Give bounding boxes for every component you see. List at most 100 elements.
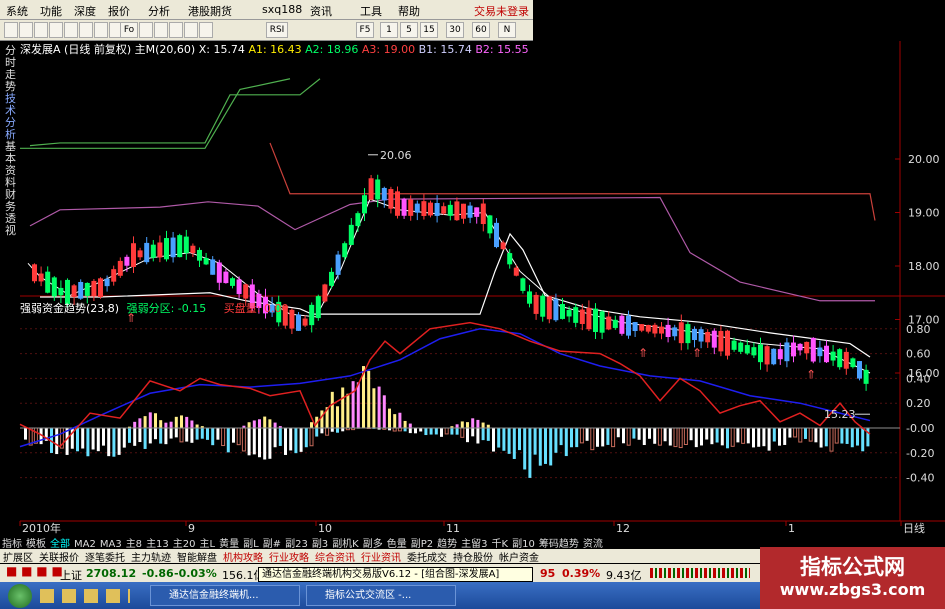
indicator-neg-bar [174, 428, 178, 438]
indicator-tab-9[interactable]: 黄量 [217, 535, 241, 550]
indicator-tab-16[interactable]: 色量 [385, 535, 409, 550]
extension-tab-5[interactable]: 机构攻略 [220, 549, 266, 564]
value-a1: A1: 16.43 [248, 43, 302, 56]
toolbar-button-60[interactable]: 60 [472, 22, 490, 38]
candle-body [487, 215, 493, 234]
candle-body [494, 222, 499, 248]
menu-item-6[interactable]: sxq188 [262, 3, 302, 16]
indicator-neg-bar [336, 428, 339, 433]
menu-item-4[interactable]: 分析 [148, 3, 170, 19]
side-tab-2[interactable]: 基本资料 [5, 141, 17, 189]
extension-tab-2[interactable]: 逐笔委托 [82, 549, 128, 564]
toolbar-button-1[interactable]: 1 [380, 22, 398, 38]
indicator-tab-5[interactable]: 主8 [124, 535, 144, 550]
indicator-neg-bar [268, 428, 272, 459]
menu-item-9[interactable]: 帮助 [398, 3, 420, 19]
indicator-neg-bar [845, 428, 849, 444]
indicator-tab-14[interactable]: 副机K [330, 535, 361, 550]
indicator-sub: 强弱分区: -0.15 [126, 302, 207, 315]
indicator-neg-bar [512, 428, 516, 459]
indicator-neg-bar [502, 428, 506, 451]
toolbar-button-f5[interactable]: F5 [356, 22, 374, 38]
side-tab-0[interactable]: 分时走势 [5, 45, 17, 93]
menu-item-5[interactable]: 港股期货 [188, 3, 232, 19]
price-tick: 18.00 [908, 260, 940, 273]
toolbar-icon-3[interactable] [49, 22, 63, 38]
candle-body [98, 278, 103, 297]
menu-item-3[interactable]: 报价 [108, 3, 130, 19]
extension-tab-9[interactable]: 委托成交 [404, 549, 450, 564]
indicator-tab-20[interactable]: 千K [490, 535, 511, 550]
toolbar-button-15[interactable]: 15 [420, 22, 438, 38]
toolbar-icon-11[interactable] [169, 22, 183, 38]
indicator-tab-15[interactable]: 副多 [361, 535, 385, 550]
indicator-tab-6[interactable]: 主13 [144, 535, 171, 550]
extension-tab-0[interactable]: 扩展区 [0, 549, 36, 564]
toolbar-icon-13[interactable] [199, 22, 213, 38]
menu-item-7[interactable]: 资讯 [310, 3, 332, 19]
extension-tab-11[interactable]: 帐户资金 [496, 549, 542, 564]
extension-tab-8[interactable]: 行业资讯 [358, 549, 404, 564]
menu-item-2[interactable]: 深度 [74, 3, 96, 19]
side-tab-3[interactable]: 财务透视 [5, 189, 17, 237]
indicator-neg-bar [200, 428, 204, 439]
toolbar-button-30[interactable]: 30 [446, 22, 464, 38]
toolbar-icon-12[interactable] [184, 22, 198, 38]
kline-chart-area[interactable]: ⇑⇑ ⇑⇑ 20.0019.0018.0017.0016.000.800.600.… [0, 0, 945, 535]
indicator-pos-bar [471, 418, 475, 428]
indicator-tab-21[interactable]: 副10 [510, 535, 537, 550]
indicator-tab-18[interactable]: 趋势 [435, 535, 459, 550]
extension-tab-3[interactable]: 主力轨迹 [128, 549, 174, 564]
extension-tab-7[interactable]: 综合资讯 [312, 549, 358, 564]
toolbar-icon-9[interactable] [139, 22, 153, 38]
toolbar-icon-1[interactable] [19, 22, 33, 38]
indicator-tab-19[interactable]: 主留3 [459, 535, 489, 550]
indicator-tab-8[interactable]: 主L [198, 535, 218, 550]
taskbar-item-forum[interactable]: 指标公式交流区 -... [306, 585, 456, 606]
toolbar-button-5[interactable]: 5 [400, 22, 418, 38]
extension-tab-4[interactable]: 智能解盘 [174, 549, 220, 564]
candle-body [32, 264, 37, 282]
indicator-neg-bar [289, 428, 293, 451]
toolbar-button-fo[interactable]: Fo [120, 22, 138, 38]
indicator-tab-11[interactable]: 副# [261, 535, 283, 550]
indicator-pos-bar [258, 419, 261, 428]
toolbar-button-n[interactable]: N [498, 22, 516, 38]
windows-start-icon[interactable] [8, 584, 32, 608]
toolbar-icon-4[interactable] [64, 22, 78, 38]
menu-item-1[interactable]: 功能 [40, 3, 62, 19]
indicator-tab-23[interactable]: 资流 [581, 535, 605, 550]
indicator-tab-2[interactable]: 全部 [48, 535, 72, 550]
candle-body [797, 343, 803, 351]
indicator-tab-7[interactable]: 主20 [171, 535, 198, 550]
indicator-neg-bar [164, 428, 168, 445]
indicator-tab-0[interactable]: 指标 [0, 535, 24, 550]
candle-body [513, 267, 519, 276]
menu-item-0[interactable]: 系统 [6, 3, 28, 19]
indicator-tab-10[interactable]: 副L [241, 535, 261, 550]
trade-status[interactable]: 交易未登录 [474, 3, 529, 19]
toolbar-icon-6[interactable] [94, 22, 108, 38]
indicator-tab-22[interactable]: 筹码趋势 [537, 535, 581, 550]
candle-body [480, 203, 486, 225]
extension-tab-6[interactable]: 行业攻略 [266, 549, 312, 564]
candle-body [606, 316, 612, 330]
menu-item-8[interactable]: 工具 [360, 3, 382, 19]
toolbar-button-rsi[interactable]: RSI [266, 22, 288, 38]
indicator-tab-12[interactable]: 副23 [283, 535, 310, 550]
indicator-neg-bar [757, 428, 761, 447]
toolbar-icon-5[interactable] [79, 22, 93, 38]
extension-tab-10[interactable]: 持仓股份 [450, 549, 496, 564]
toolbar-icon-10[interactable] [154, 22, 168, 38]
indicator-tab-1[interactable]: 模板 [24, 535, 48, 550]
candle-body [467, 205, 473, 218]
side-tab-1[interactable]: 技术分析 [5, 93, 17, 141]
taskbar-item-terminal[interactable]: 通达信金融终端机... [150, 585, 300, 606]
indicator-pos-bar [382, 395, 386, 428]
indicator-tab-13[interactable]: 副3 [310, 535, 330, 550]
toolbar-icon-0[interactable] [4, 22, 18, 38]
indicator-neg-bar [622, 428, 625, 444]
toolbar-icon-2[interactable] [34, 22, 48, 38]
extension-tab-1[interactable]: 关联报价 [36, 549, 82, 564]
indicator-tab-17[interactable]: 副P2 [409, 535, 435, 550]
